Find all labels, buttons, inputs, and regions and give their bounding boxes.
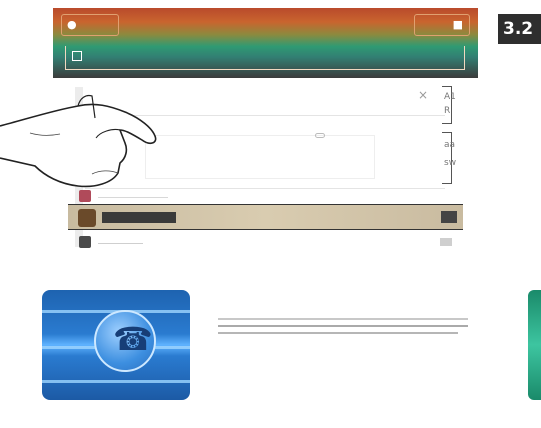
content-box[interactable] xyxy=(145,135,375,179)
selected-list-item[interactable] xyxy=(68,204,463,230)
item-name xyxy=(102,212,176,223)
stripe xyxy=(42,380,190,383)
cloud-icon xyxy=(315,133,325,138)
phone-app-tile[interactable]: ☎ xyxy=(42,290,190,400)
row-placeholder xyxy=(98,243,143,244)
toolbar: ● ■ xyxy=(53,8,478,78)
file-icon xyxy=(78,209,96,227)
phone-icon: ☎ xyxy=(94,310,156,372)
side-tag: A1 xyxy=(444,92,456,102)
step-badge: 3.2 xyxy=(498,14,541,44)
toolbar-field[interactable] xyxy=(65,46,465,70)
close-icon[interactable]: × xyxy=(418,88,428,102)
row-marker xyxy=(440,238,452,246)
folder-button[interactable]: ■ xyxy=(414,14,470,36)
side-tag: R xyxy=(444,106,451,116)
folder-icon: ■ xyxy=(452,18,463,31)
doc-preview xyxy=(218,318,468,358)
side-tag: aa xyxy=(444,140,456,150)
square-icon xyxy=(72,51,82,61)
doc-icon xyxy=(79,236,91,248)
hand-pointer-icon xyxy=(0,94,157,188)
app-tile-partial[interactable] xyxy=(528,290,541,400)
phone-glyph: ☎ xyxy=(113,320,153,358)
item-badge xyxy=(441,211,457,223)
person-icon: ● xyxy=(67,18,77,31)
profile-button[interactable]: ● xyxy=(61,14,119,36)
side-tag: sw xyxy=(444,158,457,168)
